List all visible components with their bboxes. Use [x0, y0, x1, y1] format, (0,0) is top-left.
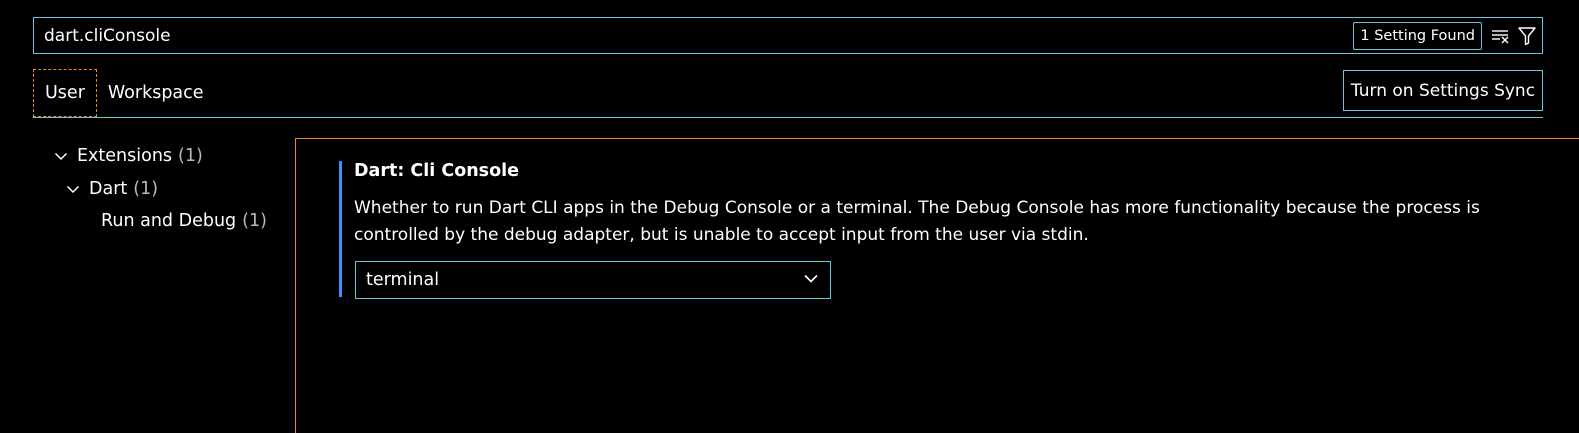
tree-item-run-and-debug[interactable]: Run and Debug (1): [101, 205, 267, 237]
tree-item-count: (1): [133, 179, 159, 199]
tab-workspace[interactable]: Workspace: [97, 69, 215, 117]
clear-filter-icon[interactable]: [1490, 25, 1512, 47]
results-count-badge: 1 Setting Found: [1353, 21, 1482, 50]
chevron-down-icon: [62, 178, 84, 200]
filter-icon[interactable]: [1516, 25, 1538, 47]
turn-on-settings-sync-button[interactable]: Turn on Settings Sync: [1343, 70, 1543, 111]
setting-description: Whether to run Dart CLI apps in the Debu…: [354, 198, 1480, 245]
settings-search-box: 1 Setting Found: [33, 17, 1543, 54]
tree-item-dart[interactable]: Dart (1): [62, 173, 158, 205]
dropdown-selected-value: terminal: [366, 270, 440, 290]
settings-scope-tabs: User Workspace: [33, 69, 215, 117]
settings-search-input[interactable]: [34, 18, 1354, 53]
tree-item-label: Dart: [89, 179, 128, 199]
tree-item-label: Run and Debug: [101, 211, 237, 231]
setting-title: Dart: Cli Console: [354, 161, 519, 181]
settings-list-panel: Dart: Cli Console Whether to run Dart CL…: [295, 138, 1579, 433]
tabs-divider: [33, 117, 1543, 118]
tree-item-count: (1): [178, 146, 203, 166]
chevron-down-icon: [802, 269, 820, 291]
tree-item-extensions[interactable]: Extensions (1): [50, 140, 203, 172]
tree-item-count: (1): [242, 211, 267, 231]
setting-value-dropdown[interactable]: terminal: [355, 261, 831, 299]
chevron-down-icon: [50, 145, 72, 167]
setting-item: Dart: Cli Console Whether to run Dart CL…: [339, 161, 1519, 299]
tab-user[interactable]: User: [33, 69, 97, 117]
tree-item-label: Extensions: [77, 146, 173, 166]
settings-editor: 1 Setting Found User Workspace Turn on S…: [0, 0, 1579, 433]
